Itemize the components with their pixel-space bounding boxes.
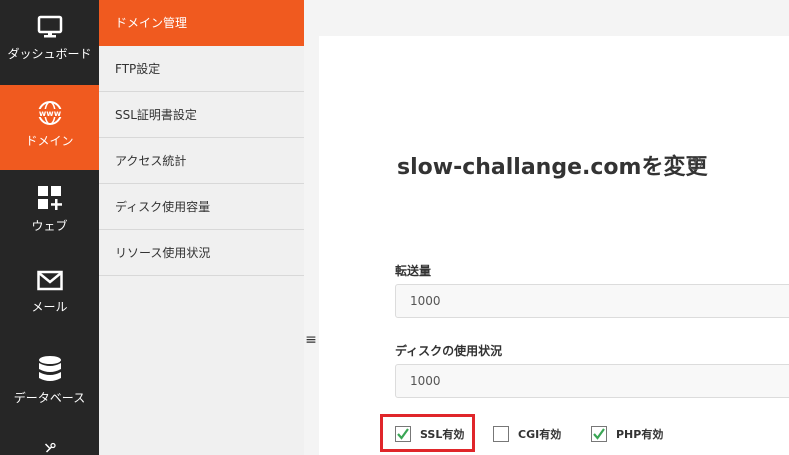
help-icon[interactable]: ? (688, 156, 702, 170)
submenu-item-access-stats[interactable]: アクセス統計 (99, 138, 304, 184)
icon-rail: ダッシュボード www ドメイン ウェブ メール データベース (0, 0, 99, 455)
submenu-item-resource-usage[interactable]: リソース使用状況 (99, 230, 304, 276)
submenu-item-ssl[interactable]: SSL証明書設定 (99, 92, 304, 138)
submenu-item-disk-usage[interactable]: ディスク使用容量 (99, 184, 304, 230)
check-icon (593, 428, 605, 440)
rail-label-dashboard: ダッシュボード (7, 47, 92, 61)
wrench-icon (44, 442, 56, 453)
www-globe-icon: www (37, 101, 62, 125)
submenu-item-domain-management[interactable]: ドメイン管理 (99, 0, 304, 46)
rail-label-database: データベース (13, 391, 86, 405)
sidebar-collapse-toggle[interactable]: ≡ (304, 332, 318, 348)
rail-item-tools[interactable] (0, 425, 99, 455)
main-content: slow-challange.comを変更 ? 転送量 ディスクの使用状況 SS… (318, 0, 789, 455)
cgi-checkbox-label: CGI有効 (518, 428, 562, 441)
rail-item-database[interactable]: データベース (0, 340, 99, 425)
cgi-checkbox-box[interactable] (493, 426, 509, 442)
cgi-checkbox[interactable]: CGI有効 (493, 426, 561, 442)
php-checkbox-box[interactable] (591, 426, 607, 442)
transfer-input[interactable] (395, 284, 789, 318)
submenu-item-ftp[interactable]: FTP設定 (99, 46, 304, 92)
rail-item-web[interactable]: ウェブ (0, 170, 99, 255)
disk-usage-input[interactable] (395, 364, 789, 398)
domain-submenu: ドメイン管理 FTP設定 SSL証明書設定 アクセス統計 ディスク使用容量 リソ… (99, 0, 304, 455)
rail-item-domain[interactable]: www ドメイン (0, 85, 99, 170)
svg-text:www: www (38, 109, 61, 118)
transfer-label: 転送量 (395, 264, 432, 278)
php-checkbox[interactable]: PHP有効 (591, 426, 663, 442)
rail-label-mail: メール (31, 300, 68, 314)
rail-label-domain: ドメイン (25, 134, 74, 148)
grid-plus-icon (37, 186, 62, 210)
php-checkbox-label: PHP有効 (616, 428, 664, 441)
database-icon (38, 356, 61, 381)
page-title: slow-challange.comを変更 (397, 155, 708, 180)
rail-item-mail[interactable]: メール (0, 255, 99, 340)
rail-label-web: ウェブ (31, 219, 68, 233)
rail-item-dashboard[interactable]: ダッシュボード (0, 0, 99, 85)
disk-usage-label: ディスクの使用状況 (395, 344, 503, 358)
envelope-icon (36, 270, 63, 291)
ssl-highlight-box (380, 414, 475, 452)
monitor-icon (37, 15, 62, 38)
